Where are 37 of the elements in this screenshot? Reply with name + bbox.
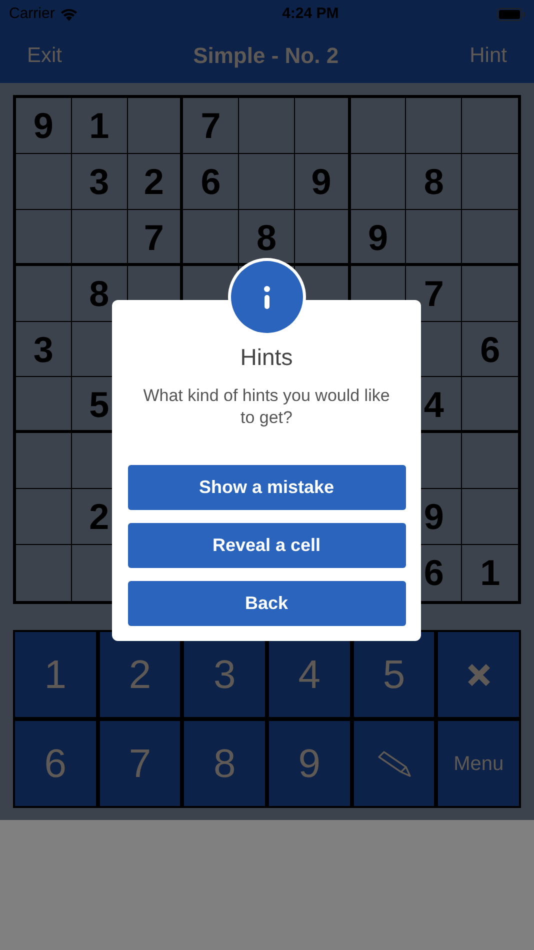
board-cell[interactable]: 1: [462, 545, 518, 601]
dialog-button[interactable]: Reveal a cell: [128, 522, 406, 568]
puzzle-title: Simple - No. 2: [193, 42, 339, 70]
digit-key[interactable]: 8: [184, 721, 265, 806]
digit-key[interactable]: 9: [268, 721, 350, 806]
digit-key[interactable]: 6: [15, 721, 96, 806]
exit-button[interactable]: Exit: [27, 40, 62, 72]
digit-key[interactable]: 2: [100, 632, 180, 717]
board-cell[interactable]: 2: [128, 154, 184, 210]
dialog-button[interactable]: Show a mistake: [128, 464, 406, 510]
board-cell[interactable]: 3: [72, 154, 128, 210]
board-cell[interactable]: 7: [183, 98, 240, 154]
dialog-message: What kind of hints you would like to get?: [142, 384, 391, 428]
hint-button[interactable]: Hint: [470, 40, 507, 72]
board-cell[interactable]: 8: [239, 210, 295, 266]
digit-key[interactable]: 7: [100, 721, 180, 806]
board-cell[interactable]: 9: [16, 98, 72, 154]
board-cell[interactable]: 9: [294, 154, 351, 210]
digit-key[interactable]: 1: [15, 632, 96, 717]
board-cell[interactable]: 6: [183, 154, 240, 210]
digit-key[interactable]: 5: [354, 632, 434, 717]
menu-key[interactable]: Menu: [438, 721, 519, 806]
board-cell[interactable]: 7: [128, 210, 184, 266]
board-cell[interactable]: 1: [72, 98, 128, 154]
clock-time: 4:24 PM: [282, 4, 339, 24]
board-cell[interactable]: 3: [16, 322, 72, 378]
board-cell[interactable]: 8: [406, 154, 462, 210]
battery-icon: [496, 8, 525, 20]
dialog-title: Hints: [240, 343, 293, 372]
pencil-key[interactable]: [354, 721, 434, 806]
dialog-button[interactable]: Back: [128, 580, 406, 626]
wifi-icon: [60, 8, 78, 20]
board-cell[interactable]: 6: [462, 322, 518, 378]
erase-key[interactable]: [438, 632, 519, 717]
board-cell[interactable]: 9: [350, 210, 406, 266]
carrier-label: Carrier: [9, 4, 55, 24]
pencil-icon: [376, 750, 412, 778]
